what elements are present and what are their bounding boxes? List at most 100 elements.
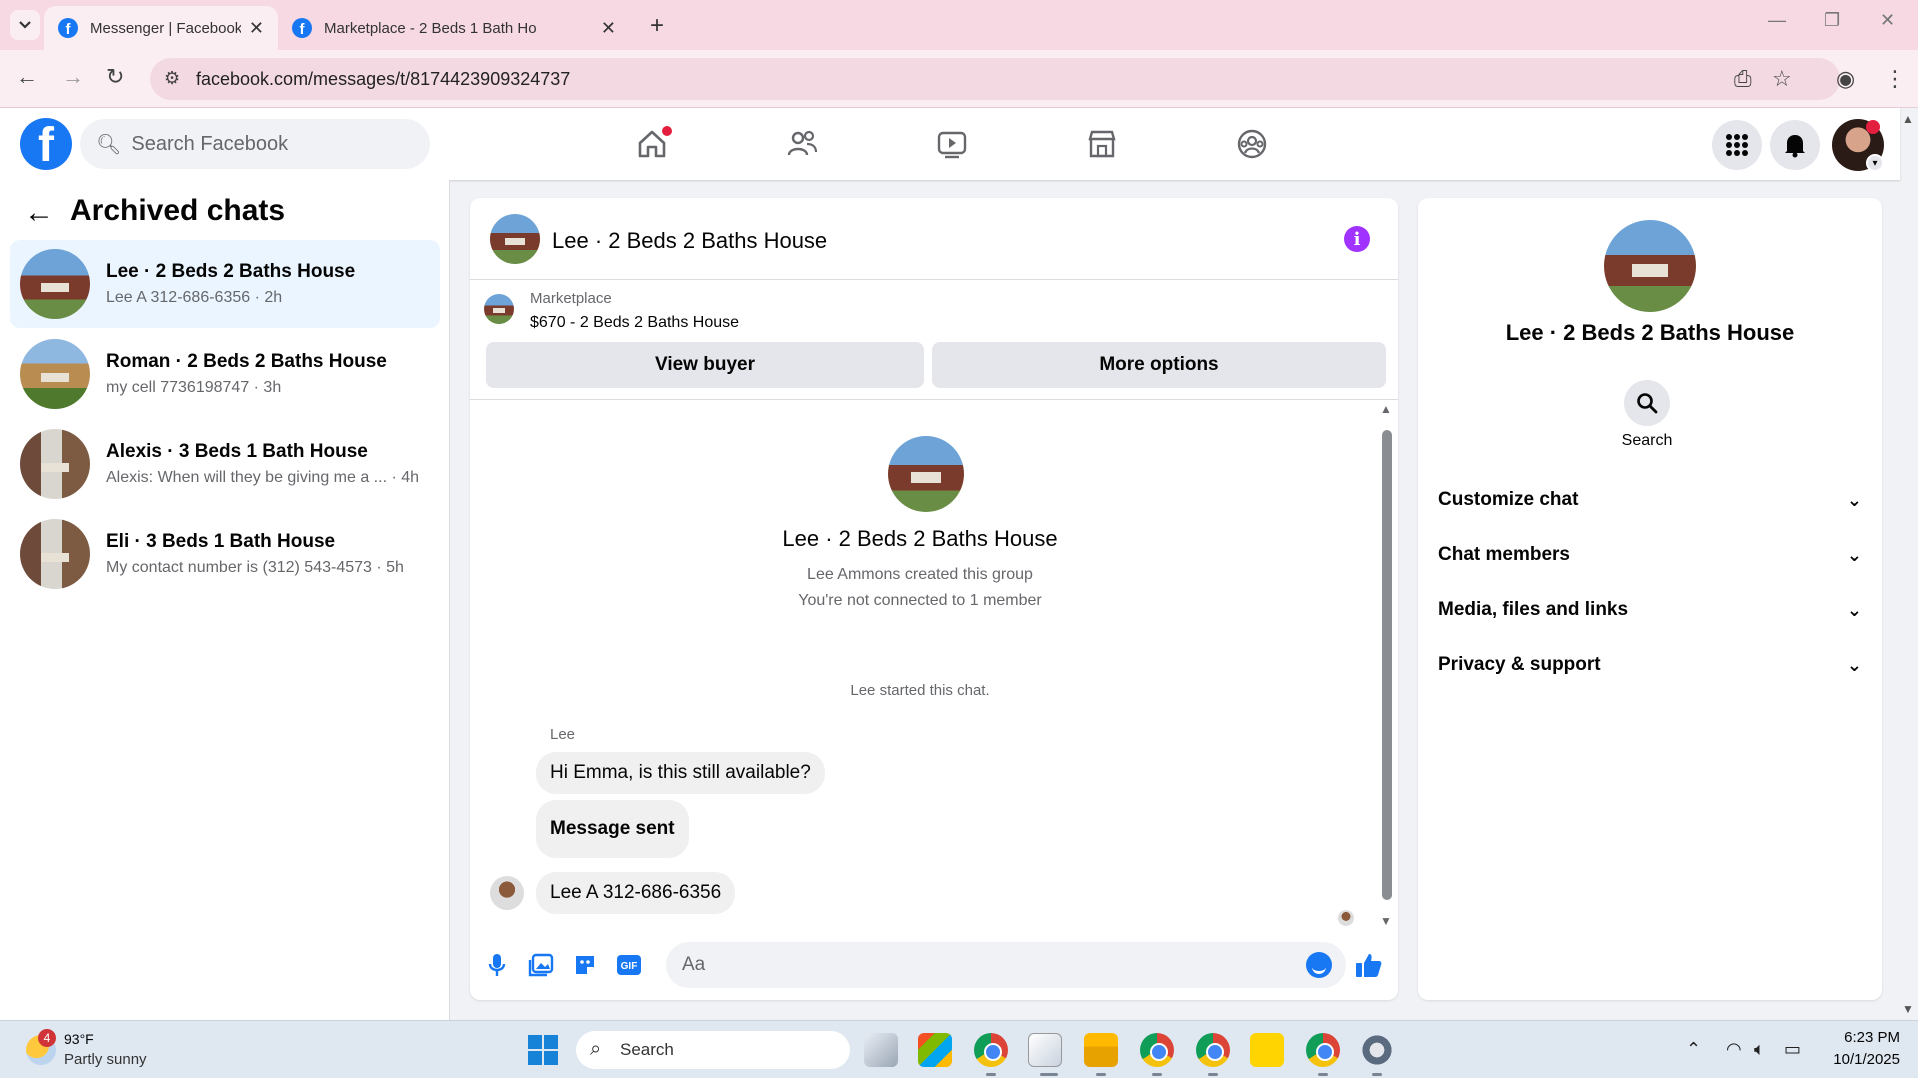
sidebar-title: Archived chats [70,194,286,227]
section-chat-members[interactable]: Chat members ⌄ [1438,535,1862,575]
tab-marketplace[interactable]: f Marketplace - 2 Beds 1 Bath Ho ✕ [278,6,630,50]
running-indicator [1208,1073,1218,1076]
chat-item-roman[interactable]: Roman · 2 Beds 2 Baths House my cell 773… [10,330,440,418]
minimize-icon[interactable]: — [1768,10,1786,31]
facebook-favicon-icon: f [58,18,78,38]
conversation-title[interactable]: Lee · 2 Beds 2 Baths House [552,228,827,254]
chat-item-alexis[interactable]: Alexis · 3 Beds 1 Bath House Alexis: Whe… [10,420,440,508]
message-list: Lee · 2 Beds 2 Baths House Lee Ammons cr… [470,402,1398,932]
chrome-profile-icon[interactable] [1140,1033,1174,1067]
facebook-search-input[interactable]: 🔍︎ Search Facebook [80,119,430,169]
search-placeholder: Search Facebook [131,132,289,155]
wifi-icon[interactable]: ◠ [1726,1039,1742,1060]
message-bubble[interactable]: Message sent [536,800,689,858]
section-customize-chat[interactable]: Customize chat ⌄ [1438,480,1862,520]
gif-icon[interactable]: GIF [614,950,644,980]
microphone-icon[interactable] [482,950,512,980]
message-bubble[interactable]: Lee A 312-686-6356 [536,872,736,914]
close-tab-icon[interactable]: ✕ [249,18,264,39]
clock-time[interactable]: 6:23 PM [1840,1029,1900,1046]
reload-icon[interactable]: ↻ [106,64,124,90]
forward-icon[interactable]: → [62,64,84,90]
bookmark-star-icon[interactable]: ☆ [1772,66,1792,92]
site-settings-icon[interactable]: ⚙ [164,68,180,89]
message-bubble[interactable]: Hi Emma, is this still available? [536,752,825,794]
message-input[interactable]: Aa [666,942,1346,988]
new-tab-icon[interactable]: + [650,12,664,40]
notifications-button[interactable] [1770,120,1820,170]
battery-icon[interactable]: ▭ [1784,1039,1801,1060]
chat-item-eli[interactable]: Eli · 3 Beds 1 Bath House My contact num… [10,510,440,598]
section-media-files-links[interactable]: Media, files and links ⌄ [1438,590,1862,630]
restore-icon[interactable]: ❐ [1824,10,1840,31]
more-options-button[interactable]: More options [932,342,1386,388]
section-label: Customize chat [1438,489,1579,510]
chat-name: Lee · 2 Beds 2 Baths House [106,261,356,282]
close-window-icon[interactable]: ✕ [1880,10,1895,31]
profile-icon[interactable]: ◉ [1836,66,1855,92]
sticker-icon[interactable] [570,950,600,980]
address-bar-row: ← → ↻ ⚙ facebook.com/messages/t/81744239… [0,50,1918,108]
show-hidden-icons-icon[interactable]: ⌃ [1686,1039,1701,1060]
chrome-icon[interactable] [974,1033,1008,1067]
chrome-profile-icon[interactable] [1196,1033,1230,1067]
account-chevron-icon[interactable]: ▾ [1866,154,1884,172]
chat-preview: Alexis: When will they be giving me a ..… [106,469,420,486]
weather-temperature: 93°F [64,1031,94,1047]
back-icon[interactable]: ← [16,64,38,90]
tab-title: Marketplace - 2 Beds 1 Bath Ho [324,19,537,37]
chat-avatar [20,249,90,319]
message-scrollbar[interactable] [1382,430,1392,900]
nav-home[interactable] [632,124,672,164]
task-view-icon[interactable] [864,1033,898,1067]
friends-icon [787,130,818,156]
composer-placeholder: Aa [682,954,706,975]
nav-groups[interactable] [1232,124,1272,164]
nav-marketplace[interactable] [1082,124,1122,164]
facebook-logo-icon[interactable]: f [20,118,72,170]
scroll-down-icon[interactable]: ▼ [1380,914,1392,928]
snipping-tool-icon[interactable] [1028,1033,1062,1067]
chevron-down-icon: ⌄ [1846,654,1862,675]
menu-kebab-icon[interactable]: ⋮ [1884,66,1906,92]
chat-preview: Lee A 312-686-6356 · 2h [106,289,283,306]
chat-item-lee[interactable]: Lee · 2 Beds 2 Baths House Lee A 312-686… [10,240,440,328]
close-tab-icon[interactable]: ✕ [601,18,616,39]
search-icon [1637,393,1658,414]
sender-avatar[interactable] [490,876,524,910]
gallery-icon[interactable] [526,950,556,980]
store-icon[interactable] [918,1033,952,1067]
page-scroll-down-icon[interactable]: ▼ [1902,1002,1914,1016]
file-explorer-icon[interactable] [1084,1033,1118,1067]
section-label: Chat members [1438,544,1570,565]
settings-gear-icon[interactable] [1360,1033,1394,1067]
conversation-avatar[interactable] [490,214,540,264]
conversation-header: Lee · 2 Beds 2 Baths House i [470,198,1398,280]
info-search-button[interactable] [1624,380,1670,426]
volume-icon[interactable]: 🔈︎ [1754,1039,1765,1060]
section-label: Media, files and links [1438,599,1629,620]
chat-avatar [20,519,90,589]
windows-start-icon[interactable] [528,1035,558,1065]
menu-button[interactable] [1712,120,1762,170]
scroll-up-icon[interactable]: ▲ [1380,402,1392,416]
install-app-icon[interactable]: ⎙ [1734,66,1752,92]
tab-search-dropdown[interactable] [10,10,40,40]
seen-receipt-avatar [1338,910,1354,926]
back-arrow-icon[interactable]: ← [24,196,54,230]
page-scroll-up-icon[interactable]: ▲ [1902,112,1914,126]
thumbs-up-icon[interactable] [1354,950,1384,980]
section-privacy-support[interactable]: Privacy & support ⌄ [1438,645,1862,685]
view-buyer-button[interactable]: View buyer [486,342,924,388]
info-icon[interactable]: i [1344,226,1370,252]
nav-video[interactable] [932,124,972,164]
listing-title[interactable]: $670 - 2 Beds 2 Baths House [530,314,739,332]
chrome-profile-icon[interactable] [1306,1033,1340,1067]
emoji-icon[interactable] [1306,952,1332,978]
clock-date[interactable]: 10/1/2025 [1824,1051,1900,1068]
url-input[interactable]: ⚙ facebook.com/messages/t/81744239093247… [150,58,1840,100]
sticky-notes-icon[interactable] [1250,1033,1284,1067]
tab-messenger[interactable]: f Messenger | Facebook ✕ [44,6,278,50]
nav-friends[interactable] [782,124,822,164]
taskbar-search[interactable]: ⌕ Search [576,1031,850,1069]
